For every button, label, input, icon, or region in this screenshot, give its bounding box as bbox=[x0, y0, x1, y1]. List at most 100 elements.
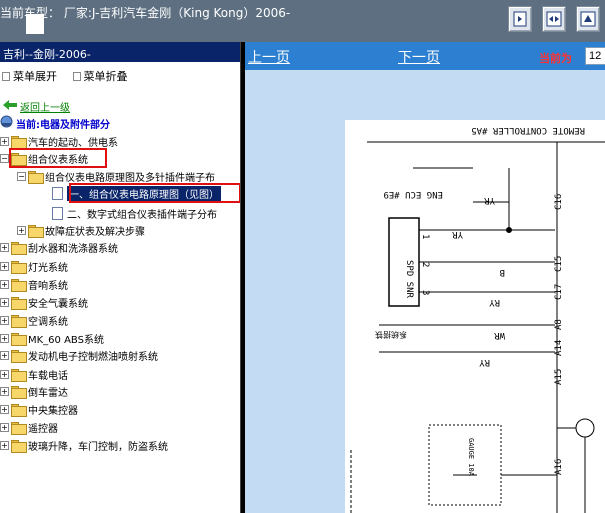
tree-item-label: 组合仪表电路原理图及多针插件端子布 bbox=[45, 172, 215, 184]
category-globe-icon bbox=[0, 115, 13, 131]
tree-item-connector-layout[interactable]: 二、数字式组合仪表插件端子分布 bbox=[52, 205, 217, 221]
back-link-label: 返回上一级 bbox=[20, 103, 70, 114]
ground-label: 系统搭铁 bbox=[375, 330, 407, 340]
tree-item-label: 发动机电子控制燃油喷射系统 bbox=[28, 351, 158, 363]
document-icon bbox=[52, 186, 63, 200]
connector-c17: C17 bbox=[554, 284, 564, 300]
folder-icon bbox=[11, 403, 27, 417]
folder-icon bbox=[11, 421, 27, 435]
tree-item-airbag[interactable]: + 安全气囊系统 bbox=[0, 294, 88, 310]
collapse-toggle-icon[interactable]: − bbox=[0, 153, 9, 163]
folder-icon bbox=[11, 260, 27, 274]
collapse-all-icon bbox=[72, 72, 81, 81]
tree-item-label: 遥控器 bbox=[28, 423, 58, 435]
eng-ecu-label: ENG ECU #E9 bbox=[383, 189, 443, 199]
fuse-label: GAUGE 10A bbox=[467, 438, 475, 477]
connector-a8: A8 bbox=[554, 319, 564, 330]
tree-item-central-control[interactable]: + 中央集控器 bbox=[0, 401, 78, 417]
connector-a16: A16 bbox=[554, 459, 564, 475]
fit-page-icon bbox=[513, 11, 527, 27]
connector-c16: C16 bbox=[554, 194, 564, 210]
expand-all-button[interactable]: 菜单展开 bbox=[13, 68, 57, 84]
expand-toggle-icon[interactable]: + bbox=[0, 297, 9, 307]
expand-toggle-icon[interactable]: + bbox=[17, 225, 26, 235]
expand-toggle-icon[interactable]: + bbox=[0, 136, 9, 146]
tree-item-label: 汽车的起动、供电系 bbox=[28, 137, 118, 149]
tree-item-label: 灯光系统 bbox=[28, 262, 68, 274]
fit-width-button[interactable] bbox=[542, 6, 566, 32]
folder-icon bbox=[11, 385, 27, 399]
tree-item-lighting[interactable]: + 灯光系统 bbox=[0, 258, 68, 274]
current-category-label: 当前:电器及附件部分 bbox=[16, 119, 110, 131]
collapse-all-button[interactable]: 菜单折叠 bbox=[84, 68, 128, 84]
wire-b-label: B bbox=[500, 267, 505, 277]
sidebar-tools: 菜单展开 菜单折叠 bbox=[0, 68, 128, 84]
pin-3-label: 3 bbox=[420, 290, 430, 295]
highlight-box bbox=[9, 148, 107, 168]
folder-icon bbox=[11, 278, 27, 292]
expand-toggle-icon[interactable]: + bbox=[0, 279, 9, 289]
tree-item-label: MK_60 ABS系统 bbox=[28, 334, 104, 346]
expand-toggle-icon[interactable]: + bbox=[0, 369, 9, 379]
tree-item-label: 玻璃升降，车门控制，防盗系统 bbox=[28, 441, 168, 453]
tree-item-starting[interactable]: + 汽车的起动、供电系 bbox=[0, 133, 118, 149]
back-link[interactable]: 返回上一级 bbox=[3, 99, 70, 114]
expand-toggle-icon[interactable]: + bbox=[0, 315, 9, 325]
tree-item-label: 车载电话 bbox=[28, 370, 68, 382]
pin-2-label: 2 bbox=[420, 262, 430, 267]
remote-controller-label: REMOTE CONTROLLER #A5 bbox=[471, 125, 585, 135]
folder-icon bbox=[11, 368, 27, 382]
folder-icon bbox=[11, 439, 27, 453]
tree-item-abs[interactable]: + MK_60 ABS系统 bbox=[0, 330, 104, 346]
tree-item-remote[interactable]: + 遥控器 bbox=[0, 419, 58, 435]
circuit-diagram[interactable]: REMOTE CONTROLLER #A5 ENG ECU #E9 SPD SN… bbox=[345, 120, 605, 513]
content-pane: 上一页 下一页 当前为 REMOTE CONTROLLER #A5 ENG EC… bbox=[245, 42, 605, 513]
tree-item-label: 音响系统 bbox=[28, 280, 68, 292]
zoom-button[interactable] bbox=[576, 6, 600, 32]
tree-item-window-door[interactable]: + 玻璃升降，车门控制，防盗系统 bbox=[0, 437, 168, 453]
title-cursor-block bbox=[26, 14, 44, 34]
prev-page-link[interactable]: 上一页 bbox=[248, 47, 290, 67]
document-icon bbox=[52, 206, 63, 220]
expand-toggle-icon[interactable]: + bbox=[0, 422, 9, 432]
collapse-toggle-icon[interactable]: − bbox=[17, 171, 26, 181]
expand-toggle-icon[interactable]: + bbox=[0, 350, 9, 360]
sidebar: 吉利--金刚-2006- 菜单展开 菜单折叠 返回上一级 当前:电器及附件部分 … bbox=[0, 42, 240, 513]
tree-item-reverse-radar[interactable]: + 倒车雷达 bbox=[0, 383, 68, 399]
tree-item-engine-efi[interactable]: + 发动机电子控制燃油喷射系统 bbox=[0, 347, 158, 363]
tree-item-label: 空调系统 bbox=[28, 316, 68, 328]
folder-icon bbox=[11, 241, 27, 255]
expand-toggle-icon[interactable]: + bbox=[0, 333, 9, 343]
tree-item-label: 倒车雷达 bbox=[28, 387, 68, 399]
tree-item-fault-symptoms[interactable]: + 故障症状表及解决步骤 bbox=[17, 222, 145, 238]
wire-yr-label: YR bbox=[484, 195, 495, 205]
tree-item-car-phone[interactable]: + 车载电话 bbox=[0, 366, 68, 382]
folder-icon bbox=[28, 224, 44, 238]
tree-item-wiper[interactable]: + 刮水器和洗涤器系统 bbox=[0, 239, 118, 255]
tree-item-ac[interactable]: + 空调系统 bbox=[0, 312, 68, 328]
current-page-label: 当前为 bbox=[539, 52, 572, 65]
folder-open-icon bbox=[28, 170, 44, 184]
wire-yr-label: YR bbox=[452, 229, 463, 239]
connector-a15: A15 bbox=[554, 369, 564, 385]
expand-toggle-icon[interactable]: + bbox=[0, 386, 9, 396]
tree-item-audio[interactable]: + 音响系统 bbox=[0, 276, 68, 292]
wire-wr-label: WR bbox=[494, 330, 505, 340]
expand-toggle-icon[interactable]: + bbox=[0, 404, 9, 414]
wire-ry-label: RY bbox=[479, 357, 490, 367]
next-page-link[interactable]: 下一页 bbox=[398, 47, 440, 67]
expand-toggle-icon[interactable]: + bbox=[0, 261, 9, 271]
sidebar-header: 吉利--金刚-2006- bbox=[0, 42, 240, 62]
expand-toggle-icon[interactable]: + bbox=[0, 242, 9, 252]
top-bar: 当前车型： 厂家:J-吉利汽车金刚（King Kong）2006- bbox=[0, 0, 605, 42]
folder-icon bbox=[11, 135, 27, 149]
connector-a14: A14 bbox=[554, 340, 564, 356]
pin-1-label: 1 bbox=[420, 234, 430, 239]
current-page-input[interactable] bbox=[585, 47, 605, 65]
tree-item-cluster-circuit[interactable]: − 组合仪表电路原理图及多针插件端子布 bbox=[17, 168, 215, 184]
wire-ry-label: RY bbox=[489, 297, 500, 307]
fit-page-button[interactable] bbox=[508, 6, 532, 32]
folder-icon bbox=[11, 349, 27, 363]
expand-all-icon bbox=[2, 72, 10, 81]
expand-toggle-icon[interactable]: + bbox=[0, 440, 9, 450]
